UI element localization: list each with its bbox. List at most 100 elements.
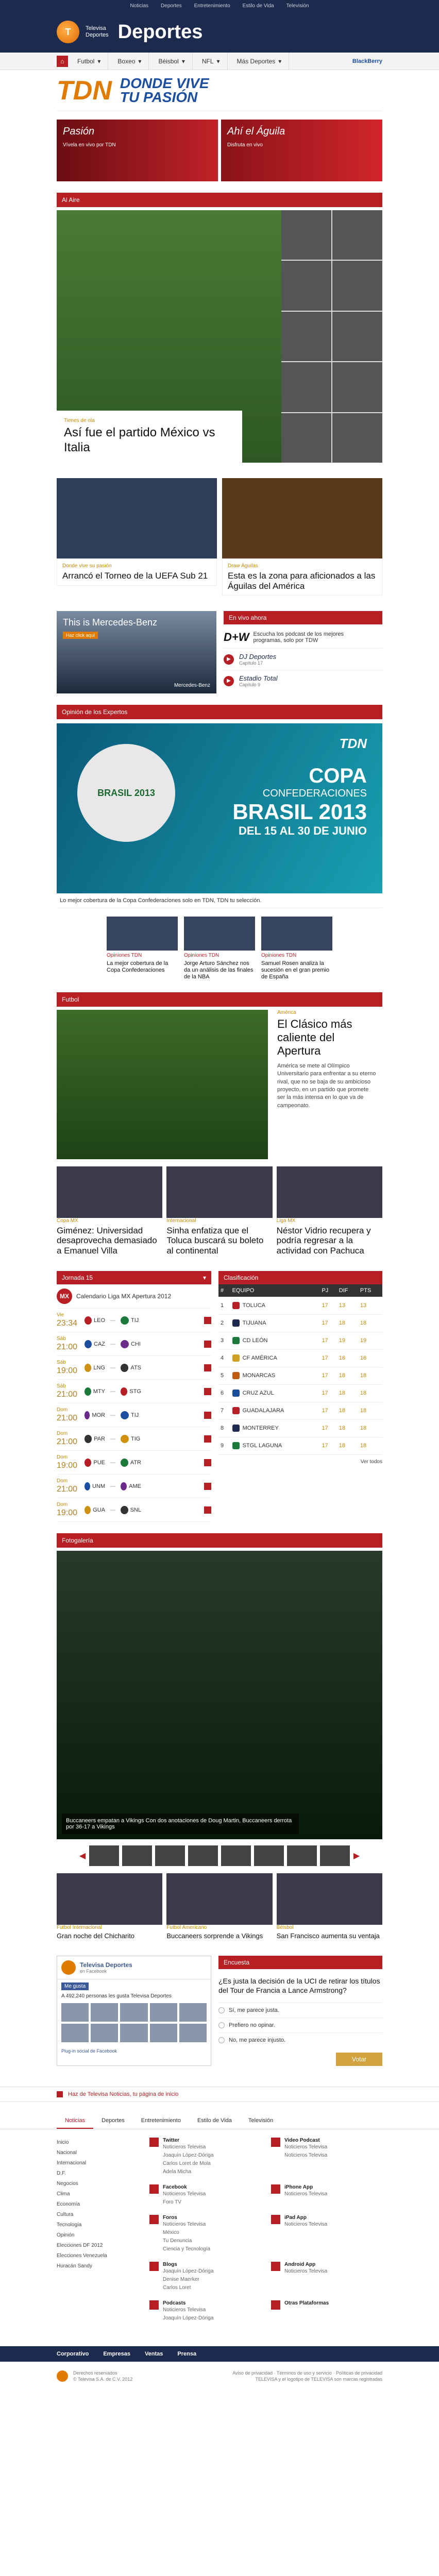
nav-item-futbol[interactable]: Futbol ▾ <box>70 52 109 70</box>
nav-item-boxeo[interactable]: Boxeo ▾ <box>110 52 149 70</box>
homepage-link[interactable]: Haz de Televisa Noticias, tu página de i… <box>0 2086 439 2102</box>
footer-group-link[interactable]: Noticieros Televisa <box>284 2190 327 2198</box>
footer-link[interactable]: Inicio <box>57 2138 144 2148</box>
televisa-logo[interactable]: T Televisa Deportes <box>57 21 109 43</box>
prensa-link[interactable]: Prensa <box>177 2351 196 2357</box>
footer-tab-estilo[interactable]: Estilo de Vida <box>189 2113 240 2129</box>
opinion-card[interactable]: Opiniones TDN La mejor cobertura de la Co… <box>107 917 178 981</box>
gallery-card[interactable]: Béisbol San Francisco aumenta su ventaja <box>276 1873 382 1940</box>
gallery-thumbnail[interactable] <box>254 1845 284 1867</box>
match-row[interactable]: Sáb 21:00 MTY — STG <box>57 1380 211 1404</box>
footer-link[interactable]: Negocios <box>57 2179 144 2189</box>
footer-tab-television[interactable]: Televisión <box>240 2113 281 2129</box>
footer-group-link[interactable]: Ciencia y Tecnología <box>163 2245 210 2253</box>
promo-aguila[interactable]: Ahí el Águila Disfruta en vivo <box>221 120 382 181</box>
footer-group-link[interactable]: Joaquín López-Dóriga <box>163 2267 213 2276</box>
televisa-deportes-avatar[interactable] <box>61 1960 76 1975</box>
poll-option[interactable]: No, me parece injusto. <box>218 2032 382 2047</box>
footer-tab-entretenimiento[interactable]: Entretenimiento <box>133 2113 189 2129</box>
avatar[interactable] <box>61 2024 89 2043</box>
copa-banner[interactable]: BRASIL 2013 TDN COPA CONFEDERACIONES BRA… <box>57 723 382 894</box>
news-card[interactable]: Draw Águilas Esta es la zona para aficion… <box>222 478 382 596</box>
live-item[interactable]: ▶ Estadio Total Capítulo 9 <box>224 670 382 687</box>
footer-group-title[interactable]: Blogs <box>163 2262 213 2267</box>
gallery-card[interactable]: Futbol Americano Buccaneers sorprende a V… <box>166 1873 273 1940</box>
gallery-thumbnail[interactable] <box>320 1845 350 1867</box>
gallery-thumbnail[interactable] <box>122 1845 152 1867</box>
footer-tab-noticias[interactable]: Noticias <box>57 2113 94 2129</box>
poll-option[interactable]: Sí, me parece justa. <box>218 2002 382 2018</box>
avatar[interactable] <box>91 2003 119 2022</box>
footer-group-title[interactable]: Foros <box>163 2215 210 2221</box>
nav-item-beisbol[interactable]: Béisbol ▾ <box>151 52 193 70</box>
promo-pasion[interactable]: Pasión Vívela en vivo por TDN <box>57 120 218 181</box>
opinion-title[interactable]: La mejor cobertura de la Copa Confederac… <box>107 960 178 974</box>
hero-thumbnail[interactable] <box>281 261 331 311</box>
vote-button[interactable]: Votar <box>336 2052 382 2066</box>
footer-link[interactable]: Nacional <box>57 2148 144 2158</box>
avatar[interactable] <box>149 2024 177 2043</box>
topbar-link-entretenimiento[interactable]: Entretenimiento <box>194 3 230 9</box>
table-row[interactable]: 9 STGL LAGUNA 17 18 18 <box>218 1437 382 1455</box>
home-icon[interactable]: ⌂ <box>57 55 68 67</box>
sponsor-logo[interactable]: BlackBerry <box>352 58 382 64</box>
nav-item-nfl[interactable]: NFL ▾ <box>195 52 228 70</box>
footer-group-link[interactable]: Tu Denuncia <box>163 2237 210 2245</box>
table-row[interactable]: 5 MONARCAS 17 18 18 <box>218 1367 382 1385</box>
ad-button[interactable]: Haz click aquí <box>63 632 98 639</box>
opinion-title[interactable]: Jorge Arturo Sánchez nos da un análisis … <box>184 960 255 981</box>
futbol-card-title[interactable]: Sinha enfatiza que el Toluca buscará su … <box>166 1226 272 1256</box>
avatar[interactable] <box>91 2024 119 2043</box>
table-row[interactable]: 8 MONTERREY 17 18 18 <box>218 1419 382 1437</box>
gallery-thumbnail[interactable] <box>188 1845 218 1867</box>
footer-group-link[interactable]: Carlos Loret de Mola <box>163 2160 213 2168</box>
topbar-link-noticias[interactable]: Noticias <box>130 3 148 9</box>
radio-button[interactable] <box>218 2022 225 2028</box>
table-row[interactable]: 1 TOLUCA 17 13 13 <box>218 1297 382 1315</box>
footer-group-link[interactable]: Noticieros Televisa <box>284 2267 327 2276</box>
footer-link[interactable]: Opinión <box>57 2230 144 2241</box>
gallery-main-image[interactable]: Buccaneers empatan a Vikings Con dos ano… <box>57 1551 382 1840</box>
avatar[interactable] <box>120 2024 148 2043</box>
news-card[interactable]: Donde vive su pasión Arrancó el Torneo de… <box>57 478 217 596</box>
radio-button[interactable] <box>218 2037 225 2043</box>
mercedes-ad[interactable]: This is Mercedes-Benz Haz click aquí Mer… <box>57 611 216 694</box>
chevron-left-icon[interactable]: ◀ <box>79 1845 86 1866</box>
hero-thumbnail[interactable] <box>332 362 382 412</box>
gallery-card-title[interactable]: Gran noche del Chicharito <box>57 1932 162 1940</box>
footer-link[interactable]: Internacional <box>57 2158 144 2168</box>
footer-group-title[interactable]: iPhone App <box>284 2184 327 2190</box>
footer-link[interactable]: Economía <box>57 2199 144 2210</box>
footer-link[interactable]: Cultura <box>57 2210 144 2220</box>
footer-group-title[interactable]: Android App <box>284 2262 327 2267</box>
hero-title[interactable]: Así fue el partido México vs Italia <box>64 426 235 455</box>
footer-group-link[interactable]: Noticieros Televisa <box>284 2151 327 2160</box>
footer-link[interactable]: D.F. <box>57 2168 144 2179</box>
hero-thumbnail[interactable] <box>332 413 382 463</box>
hero-thumbnail[interactable] <box>281 362 331 412</box>
futbol-card[interactable]: Copa MX Giménez: Universidad desaprovecha… <box>57 1166 163 1256</box>
footer-group-link[interactable]: Noticieros Televisa <box>284 2221 327 2229</box>
footer-group-link[interactable]: Adela Micha <box>163 2168 213 2176</box>
footer-group-link[interactable]: Noticieros Televisa <box>163 2221 210 2229</box>
gallery-card-title[interactable]: San Francisco aumenta su ventaja <box>277 1932 382 1940</box>
live-item[interactable]: ▶ DJ Deportes Capítulo 17 <box>224 648 382 666</box>
opinion-card[interactable]: Opiniones TDN Jorge Arturo Sánchez nos da… <box>184 917 255 981</box>
facebook-plugin-label[interactable]: Plug-in social de Facebook <box>57 2046 211 2058</box>
gallery-card[interactable]: Futbol Internacional Gran noche del Chich… <box>57 1873 163 1940</box>
avatar[interactable] <box>120 2003 148 2022</box>
hero-thumbnail[interactable] <box>281 311 331 362</box>
footer-group-title[interactable]: Otras Plataformas <box>284 2300 329 2306</box>
footer-group-title[interactable]: iPad App <box>284 2215 327 2221</box>
legal-links[interactable]: Aviso de privacidad · Términos de uso y … <box>232 2370 382 2377</box>
table-row[interactable]: 3 CD LEÓN 17 19 19 <box>218 1332 382 1350</box>
footer-group-title[interactable]: Twitter <box>163 2138 213 2143</box>
poll-option[interactable]: Prefiero no opinar. <box>218 2017 382 2032</box>
footer-group-link[interactable]: Foro TV <box>163 2198 206 2207</box>
hero-thumbnail[interactable] <box>332 210 382 260</box>
avatar[interactable] <box>149 2003 177 2022</box>
tdn-banner[interactable]: TDN DONDE VIVE TU PASIÓN <box>57 70 382 111</box>
match-row[interactable]: Dom 21:00 UNM — AME <box>57 1475 211 1499</box>
hero-image[interactable]: Tienes de ola Así fue el partido México … <box>57 210 281 463</box>
empresas-link[interactable]: Empresas <box>103 2351 130 2357</box>
